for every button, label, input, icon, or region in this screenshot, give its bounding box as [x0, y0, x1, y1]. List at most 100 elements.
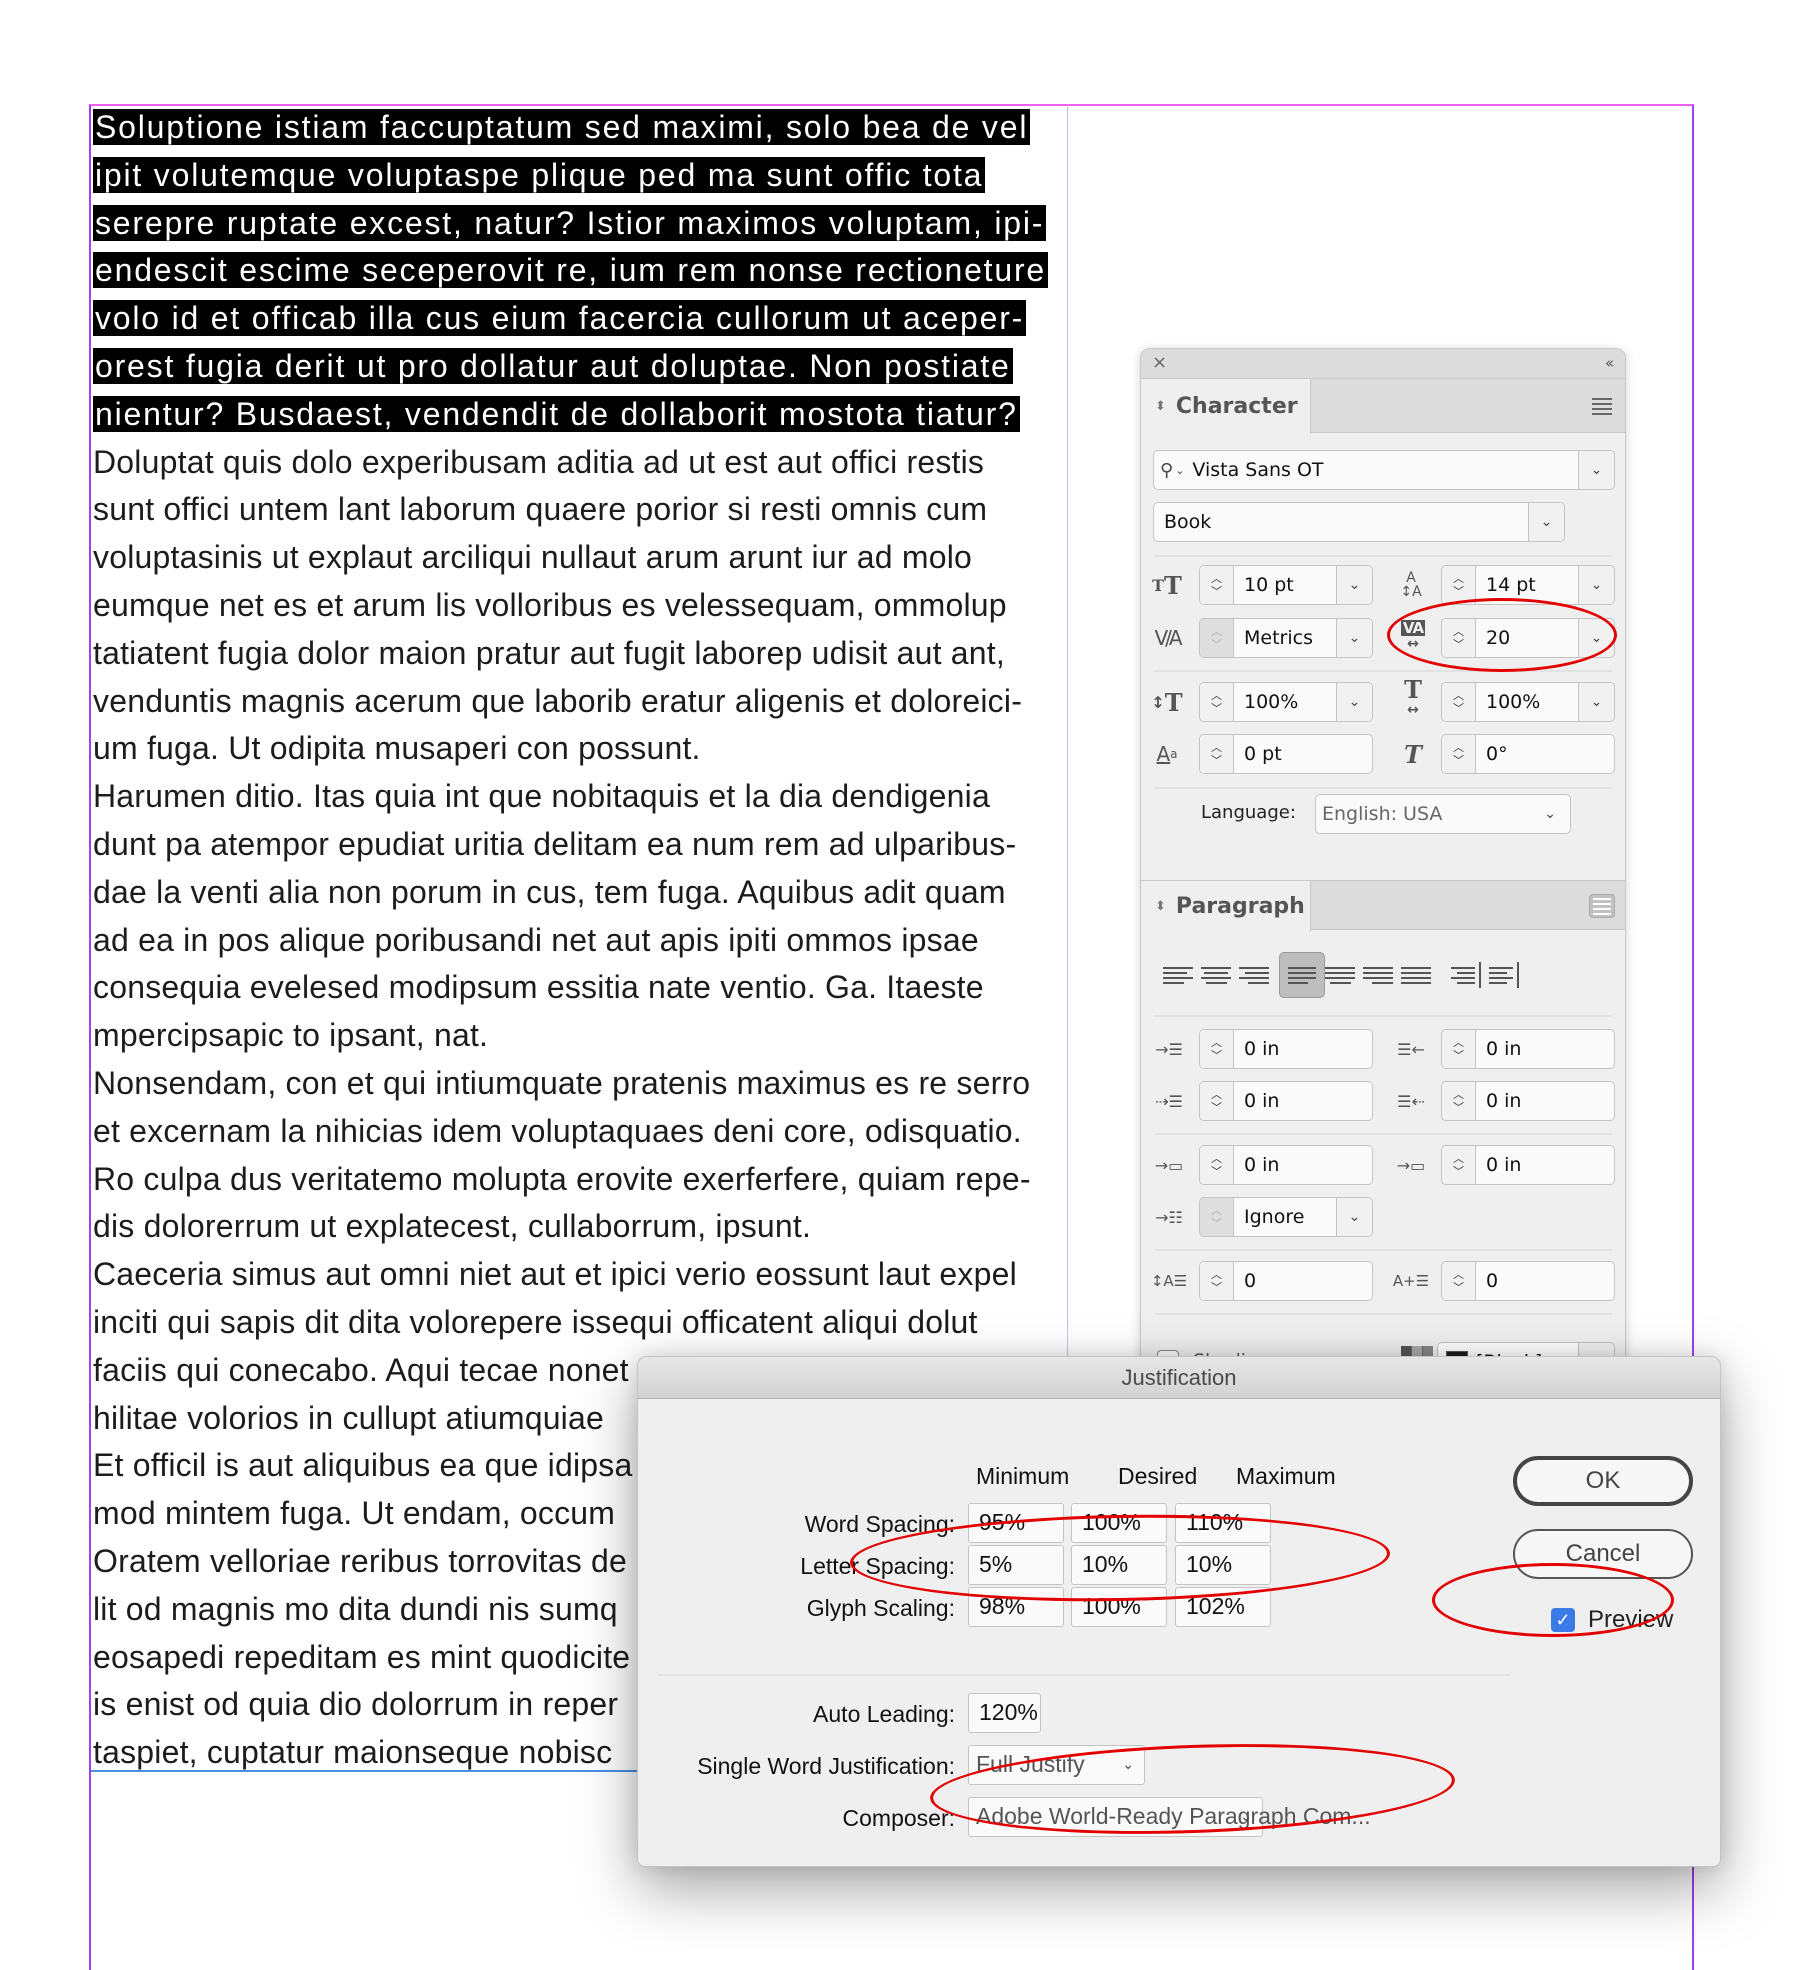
- cancel-button[interactable]: Cancel: [1513, 1529, 1693, 1579]
- glyph-scaling-desired-field[interactable]: 100%: [1071, 1587, 1167, 1627]
- drop-cap-lines-stepper[interactable]: ︿ ﹀: [1200, 1262, 1234, 1300]
- skew-field[interactable]: ︿ ﹀ 0°: [1441, 734, 1615, 774]
- close-icon[interactable]: ×: [1152, 352, 1167, 373]
- text-line[interactable]: et excernam la nihicias idem voluptaquae…: [93, 1108, 1073, 1156]
- right-indent-stepper[interactable]: ︿ ﹀: [1442, 1030, 1476, 1068]
- horizontal-scale-stepper[interactable]: ︿ ﹀: [1442, 683, 1476, 721]
- text-line[interactable]: um fuga. Ut odipita musaperi con possunt…: [93, 725, 1073, 773]
- text-line[interactable]: consequia evelesed modipsum essitia nate…: [93, 964, 1073, 1012]
- language-select[interactable]: English: USA ⌄: [1315, 794, 1571, 834]
- word-spacing-maximum-field[interactable]: 110%: [1175, 1503, 1271, 1543]
- font-family-field[interactable]: ⚲ ⌄ Vista Sans OT ⌄: [1153, 450, 1615, 490]
- text-line[interactable]: voluptasinis ut explaut arciliqui nullau…: [93, 534, 1073, 582]
- composer-select[interactable]: Adobe World-Ready Paragraph Com... ⌄: [968, 1797, 1371, 1837]
- align-to-grid-dropdown[interactable]: ⌄: [1336, 1198, 1372, 1236]
- highlighted-text-line[interactable]: volo id et officab illa cus eium facerci…: [93, 295, 1073, 343]
- word-spacing-minimum-field[interactable]: 95%: [968, 1503, 1064, 1543]
- drop-cap-chars-field[interactable]: ︿ ﹀ 0: [1441, 1261, 1615, 1301]
- kerning-field[interactable]: ︿ ﹀ Metrics ⌄: [1199, 618, 1373, 658]
- tracking-dropdown[interactable]: ⌄: [1578, 619, 1614, 657]
- auto-leading-field[interactable]: 120%: [968, 1693, 1041, 1733]
- drop-cap-lines-icon: ↕A☰: [1150, 1272, 1188, 1290]
- text-line[interactable]: dunt pa atempor epudiat uritia delitam e…: [93, 821, 1073, 869]
- collapse-icon[interactable]: ‹‹: [1605, 354, 1614, 372]
- single-word-justification-select[interactable]: Full Justify ⌄: [968, 1745, 1145, 1785]
- highlighted-text-line[interactable]: nientur? Busdaest, vendendit de dollabor…: [93, 391, 1073, 439]
- text-line[interactable]: venduntis magnis acerum que laborib erat…: [93, 678, 1073, 726]
- dialog-title[interactable]: Justification: [638, 1357, 1720, 1399]
- text-line[interactable]: mpercipsapic to ipsant, nat.: [93, 1012, 1073, 1060]
- right-indent-icon: ☰←: [1397, 1039, 1425, 1059]
- baseline-shift-stepper[interactable]: ︿ ﹀: [1200, 735, 1234, 773]
- font-size-stepper[interactable]: ︿ ﹀: [1200, 566, 1234, 604]
- highlighted-text-line[interactable]: Soluptione istiam faccuptatum sed maximi…: [93, 104, 1073, 152]
- text-line[interactable]: tatiatent fugia dolor maion pratur aut f…: [93, 630, 1073, 678]
- align-to-grid-field[interactable]: ︿ ﹀ Ignore ⌄: [1199, 1197, 1373, 1237]
- space-after-field[interactable]: ︿ ﹀ 0 in: [1441, 1145, 1615, 1185]
- vertical-scale-field[interactable]: ︿ ﹀ 100% ⌄: [1199, 682, 1373, 722]
- highlighted-text-line[interactable]: endescit escime seceperovit re, ium rem …: [93, 247, 1073, 295]
- text-line[interactable]: sunt offici untem lant laborum quaere po…: [93, 486, 1073, 534]
- font-size-field[interactable]: ︿ ﹀ 10 pt ⌄: [1199, 565, 1373, 605]
- space-before-field[interactable]: ︿ ﹀ 0 in: [1199, 1145, 1373, 1185]
- first-line-indent-field[interactable]: ︿ ﹀ 0 in: [1199, 1081, 1373, 1121]
- text-line[interactable]: Harumen ditio. Itas quia int que nobitaq…: [93, 773, 1073, 821]
- letter-spacing-desired-field[interactable]: 10%: [1071, 1545, 1167, 1585]
- horizontal-scale-field[interactable]: ︿ ﹀ 100% ⌄: [1441, 682, 1615, 722]
- leading-stepper[interactable]: ︿ ﹀: [1442, 566, 1476, 604]
- text-line[interactable]: Ro culpa dus veritatemo molupta erovite …: [93, 1156, 1073, 1204]
- text-line[interactable]: inciti qui sapis dit dita volorepere iss…: [93, 1299, 1073, 1347]
- text-line[interactable]: Caeceria simus aut omni niet aut et ipic…: [93, 1251, 1073, 1299]
- align-right-button[interactable]: [1231, 952, 1277, 998]
- text-line[interactable]: Doluptat quis dolo experibusam aditia ad…: [93, 439, 1073, 487]
- text-line[interactable]: dae la venti alia non porum in cus, tem …: [93, 869, 1073, 917]
- drop-cap-lines-field[interactable]: ︿ ﹀ 0: [1199, 1261, 1373, 1301]
- space-before-icon: →▭: [1154, 1155, 1184, 1175]
- font-size-dropdown[interactable]: ⌄: [1336, 566, 1372, 604]
- word-spacing-desired-field[interactable]: 100%: [1071, 1503, 1167, 1543]
- letter-spacing-maximum-field[interactable]: 10%: [1175, 1545, 1271, 1585]
- justify-all-button[interactable]: [1393, 952, 1439, 998]
- panel-title-bar[interactable]: × ‹‹: [1141, 349, 1625, 379]
- drop-cap-chars-stepper[interactable]: ︿ ﹀: [1442, 1262, 1476, 1300]
- highlighted-text-line[interactable]: ipit volutemque voluptaspe plique ped ma…: [93, 152, 1073, 200]
- font-style-dropdown[interactable]: ⌄: [1528, 503, 1564, 541]
- skew-stepper[interactable]: ︿ ﹀: [1442, 735, 1476, 773]
- last-line-indent-stepper[interactable]: ︿ ﹀: [1442, 1082, 1476, 1120]
- text-line[interactable]: eumque net es et arum lis volloribus es …: [93, 582, 1073, 630]
- font-family-dropdown[interactable]: ⌄: [1578, 451, 1614, 489]
- last-line-indent-field[interactable]: ︿ ﹀ 0 in: [1441, 1081, 1615, 1121]
- kerning-dropdown[interactable]: ⌄: [1336, 619, 1372, 657]
- glyph-scaling-maximum-field[interactable]: 102%: [1175, 1587, 1271, 1627]
- letter-spacing-minimum-field[interactable]: 5%: [968, 1545, 1064, 1585]
- left-indent-field[interactable]: ︿ ﹀ 0 in: [1199, 1029, 1373, 1069]
- vertical-scale-dropdown[interactable]: ⌄: [1336, 683, 1372, 721]
- ok-button[interactable]: OK: [1513, 1456, 1693, 1506]
- font-style-field[interactable]: Book ⌄: [1153, 502, 1565, 542]
- space-after-stepper[interactable]: ︿ ﹀: [1442, 1146, 1476, 1184]
- leading-dropdown[interactable]: ⌄: [1578, 566, 1614, 604]
- baseline-shift-field[interactable]: ︿ ﹀ 0 pt: [1199, 734, 1373, 774]
- highlighted-text-line[interactable]: orest fugia derit ut pro dollatur aut do…: [93, 343, 1073, 391]
- tab-character[interactable]: ⬍ Character: [1141, 379, 1311, 434]
- divider: [1154, 1249, 1612, 1251]
- align-away-from-spine-button[interactable]: [1481, 952, 1527, 998]
- character-panel-menu-icon[interactable]: [1589, 394, 1615, 418]
- tracking-stepper[interactable]: ︿ ﹀: [1442, 619, 1476, 657]
- vertical-scale-stepper[interactable]: ︿ ﹀: [1200, 683, 1234, 721]
- leading-field[interactable]: ︿ ﹀ 14 pt ⌄: [1441, 565, 1615, 605]
- text-line[interactable]: Nonsendam, con et qui intiumquate praten…: [93, 1060, 1073, 1108]
- text-line[interactable]: dis dolorerrum ut explatecest, cullaborr…: [93, 1203, 1073, 1251]
- left-indent-stepper[interactable]: ︿ ﹀: [1200, 1030, 1234, 1068]
- tracking-field[interactable]: ︿ ﹀ 20 ⌄: [1441, 618, 1615, 658]
- preview-checkbox[interactable]: ✓: [1551, 1608, 1575, 1632]
- first-line-indent-stepper[interactable]: ︿ ﹀: [1200, 1082, 1234, 1120]
- horizontal-scale-dropdown[interactable]: ⌄: [1578, 683, 1614, 721]
- kerning-stepper[interactable]: ︿ ﹀: [1200, 619, 1234, 657]
- space-before-stepper[interactable]: ︿ ﹀: [1200, 1146, 1234, 1184]
- glyph-scaling-minimum-field[interactable]: 98%: [968, 1587, 1064, 1627]
- highlighted-text-line[interactable]: serepre ruptate excest, natur? Istior ma…: [93, 200, 1073, 248]
- align-to-grid-stepper[interactable]: ︿ ﹀: [1200, 1198, 1234, 1236]
- right-indent-field[interactable]: ︿ ﹀ 0 in: [1441, 1029, 1615, 1069]
- text-line[interactable]: ad ea in pos alique poribusandi net aut …: [93, 917, 1073, 965]
